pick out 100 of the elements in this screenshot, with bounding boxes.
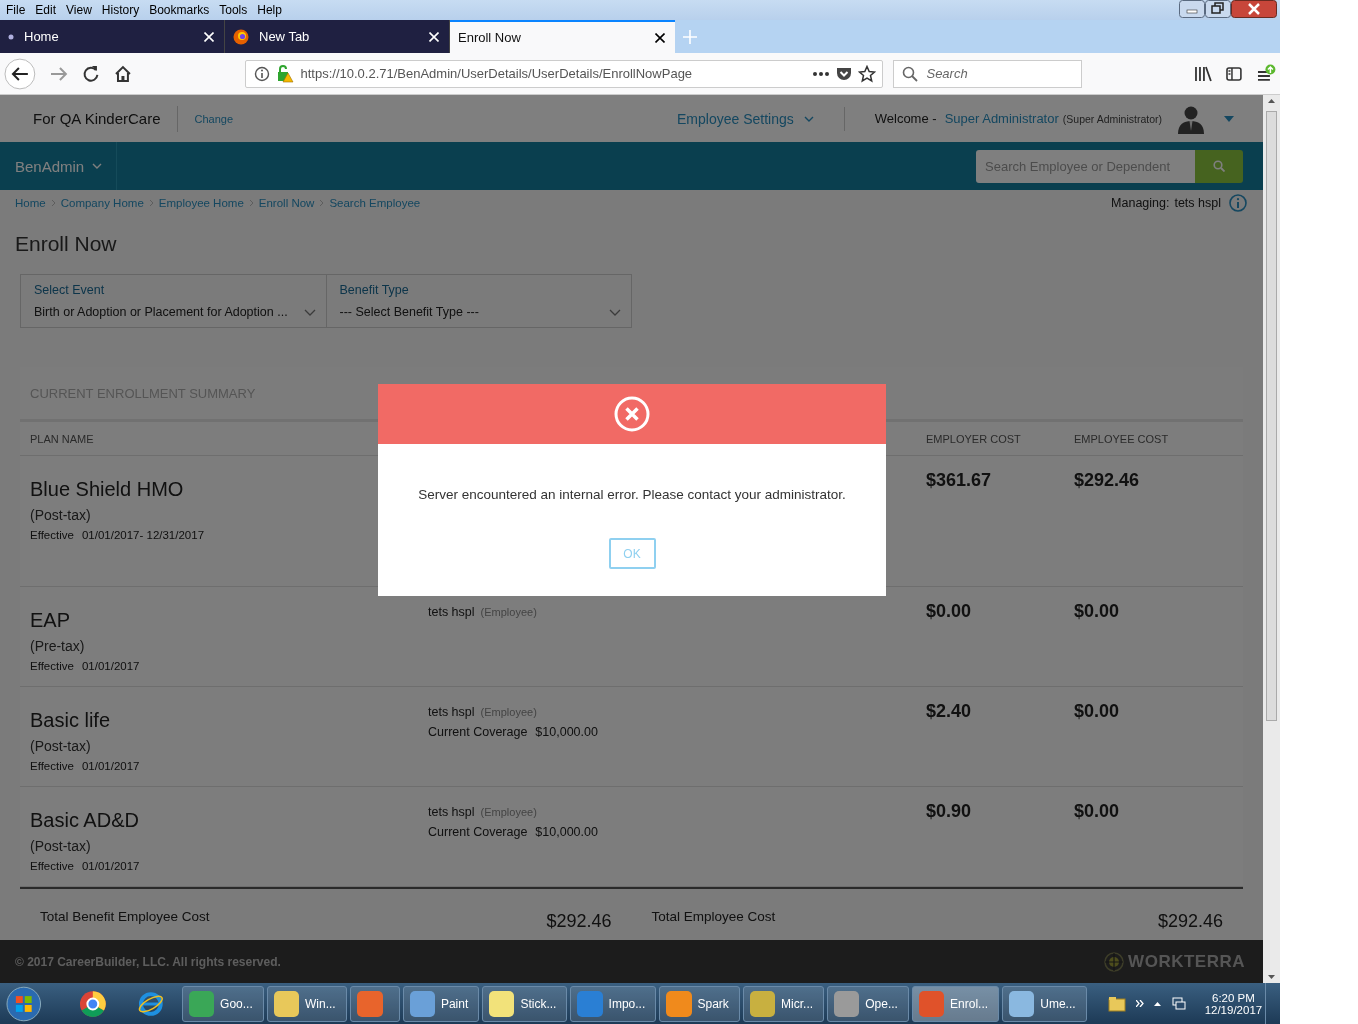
sidebar-icon[interactable]	[1226, 66, 1243, 81]
taskbar-button[interactable]: Goo...	[181, 985, 264, 1022]
scroll-up-icon	[1268, 99, 1275, 103]
member-role: (Employee)	[480, 806, 537, 818]
browser-tab[interactable]: Enroll Now	[450, 20, 675, 53]
scroll-thumb[interactable]	[1266, 111, 1277, 721]
tax-type: (Post-tax)	[30, 838, 92, 854]
globe-ring-icon[interactable]	[137, 989, 165, 1018]
chevron-right-icon	[319, 199, 325, 207]
chevron-double-right-icon[interactable]	[1135, 1000, 1144, 1007]
address-bar[interactable]: https://10.0.2.71/BenAdmin/UserDetails/UserDetails/EnrollNowPage	[245, 59, 884, 88]
effective-label: Effective	[30, 860, 74, 872]
taskbar-button[interactable]: Impo...	[570, 985, 657, 1022]
library-icon[interactable]	[1194, 65, 1213, 82]
managing-value: tets hspl	[1174, 196, 1221, 210]
effective-date: 01/01/2017	[81, 760, 140, 772]
effective-date: 01/01/2017	[81, 660, 140, 672]
dropdown-field[interactable]: Birth or Adoption or Placement for Adoption ...	[34, 305, 320, 319]
menu-icon[interactable]	[1256, 63, 1277, 84]
triangle-up-icon[interactable]	[1153, 1001, 1161, 1006]
ring-logo-icon[interactable]	[78, 989, 107, 1018]
employer-cost: $0.90	[925, 800, 973, 823]
menu-item[interactable]: File	[6, 3, 26, 17]
star-icon[interactable]	[858, 64, 877, 83]
coverage-amount: $10,000.00	[535, 825, 598, 839]
taskbar-button[interactable]: Ope...	[827, 985, 909, 1022]
brand-logo-text: WORKTERRA	[1128, 951, 1245, 972]
tax-type: (Post-tax)	[30, 738, 92, 754]
employee-cost: $0.00	[1073, 800, 1121, 823]
column-header: EMPLOYER COST	[925, 432, 1022, 445]
search-icon	[902, 65, 919, 82]
search-field[interactable]: Search	[893, 59, 1083, 88]
dot-icon	[8, 33, 14, 40]
chevron-right-icon	[50, 199, 56, 207]
menu-item[interactable]: Bookmarks	[149, 3, 210, 17]
coverage-amount: $10,000.00	[535, 725, 598, 739]
error-x-icon	[614, 396, 650, 432]
taskbar-button[interactable]: Stick...	[482, 985, 568, 1022]
browser-tab[interactable]: New Tab	[225, 20, 450, 53]
taskbar-button[interactable]: Spark	[659, 985, 740, 1022]
chevron-down-icon	[609, 308, 621, 316]
menu-item[interactable]: History	[101, 3, 140, 17]
taskbar-button[interactable]: Win...	[266, 985, 347, 1022]
caret-icon[interactable]	[1224, 115, 1234, 122]
menu-item[interactable]: Tools	[219, 3, 248, 17]
start-orb-icon[interactable]	[6, 985, 42, 1022]
effective-label: Effective	[30, 529, 74, 541]
home-icon[interactable]	[113, 64, 132, 83]
plan-name: Blue Shield HMO	[30, 478, 185, 501]
browser-tab[interactable]: Home	[0, 20, 225, 53]
pocket-icon[interactable]	[836, 65, 853, 82]
copyright-text: © 2017 CareerBuilder, LLC. All rights reserved.	[15, 954, 281, 969]
employee-cost: $0.00	[1073, 600, 1121, 623]
chevron-down-icon	[803, 115, 814, 122]
member-role: (Employee)	[480, 706, 537, 718]
effective-date: 01/01/2017	[81, 860, 140, 872]
filter-label: Benefit Type	[339, 283, 410, 297]
managing-label: Managing:	[1111, 196, 1170, 210]
crosshair-logo-icon	[1104, 951, 1125, 972]
page-title: Enroll Now	[15, 232, 118, 257]
more-icon[interactable]	[812, 70, 831, 77]
forward-icon[interactable]	[49, 65, 68, 82]
network-icon[interactable]	[1170, 995, 1187, 1012]
clock[interactable]: 6:20 PM 12/19/2017	[1204, 991, 1263, 1016]
employer-cost: $2.40	[925, 700, 973, 723]
folder-icon[interactable]	[1107, 995, 1126, 1012]
info-icon	[254, 65, 271, 82]
effective-date: 01/01/2017- 12/31/2017	[81, 529, 205, 541]
member-role: (Employee)	[480, 606, 537, 618]
column-header: PLAN NAME	[29, 432, 95, 445]
chevron-right-icon	[248, 199, 254, 207]
close-icon[interactable]	[655, 32, 665, 43]
chevron-right-icon	[148, 199, 154, 207]
minimize-icon[interactable]	[1179, 0, 1205, 18]
plan-name: Basic AD&D	[30, 809, 140, 832]
search-button[interactable]	[1195, 149, 1243, 183]
total-value: $292.46	[1157, 910, 1223, 929]
reload-icon[interactable]	[81, 64, 100, 83]
close-icon[interactable]	[1231, 0, 1277, 18]
total-label: Total Benefit Employee Cost	[40, 909, 210, 926]
employer-cost: $361.67	[925, 469, 993, 492]
scroll-down-icon	[1268, 975, 1275, 979]
taskbar-button[interactable]: Enrol...	[911, 985, 1000, 1022]
tax-type: (Pre-tax)	[30, 638, 86, 654]
filter-label: Select Event	[34, 283, 106, 297]
employer-cost: $0.00	[925, 600, 973, 623]
taskbar-button[interactable]: Paint	[402, 985, 480, 1022]
welcome-label: Welcome -	[874, 111, 937, 126]
taskbar-button[interactable]: Micr...	[742, 985, 825, 1022]
dropdown-field[interactable]: --- Select Benefit Type ---	[339, 305, 625, 319]
menu-item[interactable]: Edit	[35, 3, 57, 17]
restore-icon[interactable]	[1205, 0, 1231, 18]
plan-name: Basic life	[30, 709, 112, 732]
menu-item[interactable]: View	[66, 3, 92, 17]
menu-item[interactable]: Help	[257, 3, 282, 17]
lock-warning-icon	[276, 64, 295, 83]
member-name: tets hspl	[428, 805, 475, 819]
back-icon[interactable]	[4, 57, 36, 90]
scrollbar[interactable]	[1263, 95, 1280, 983]
taskbar-button[interactable]: Ume...	[1002, 985, 1087, 1022]
